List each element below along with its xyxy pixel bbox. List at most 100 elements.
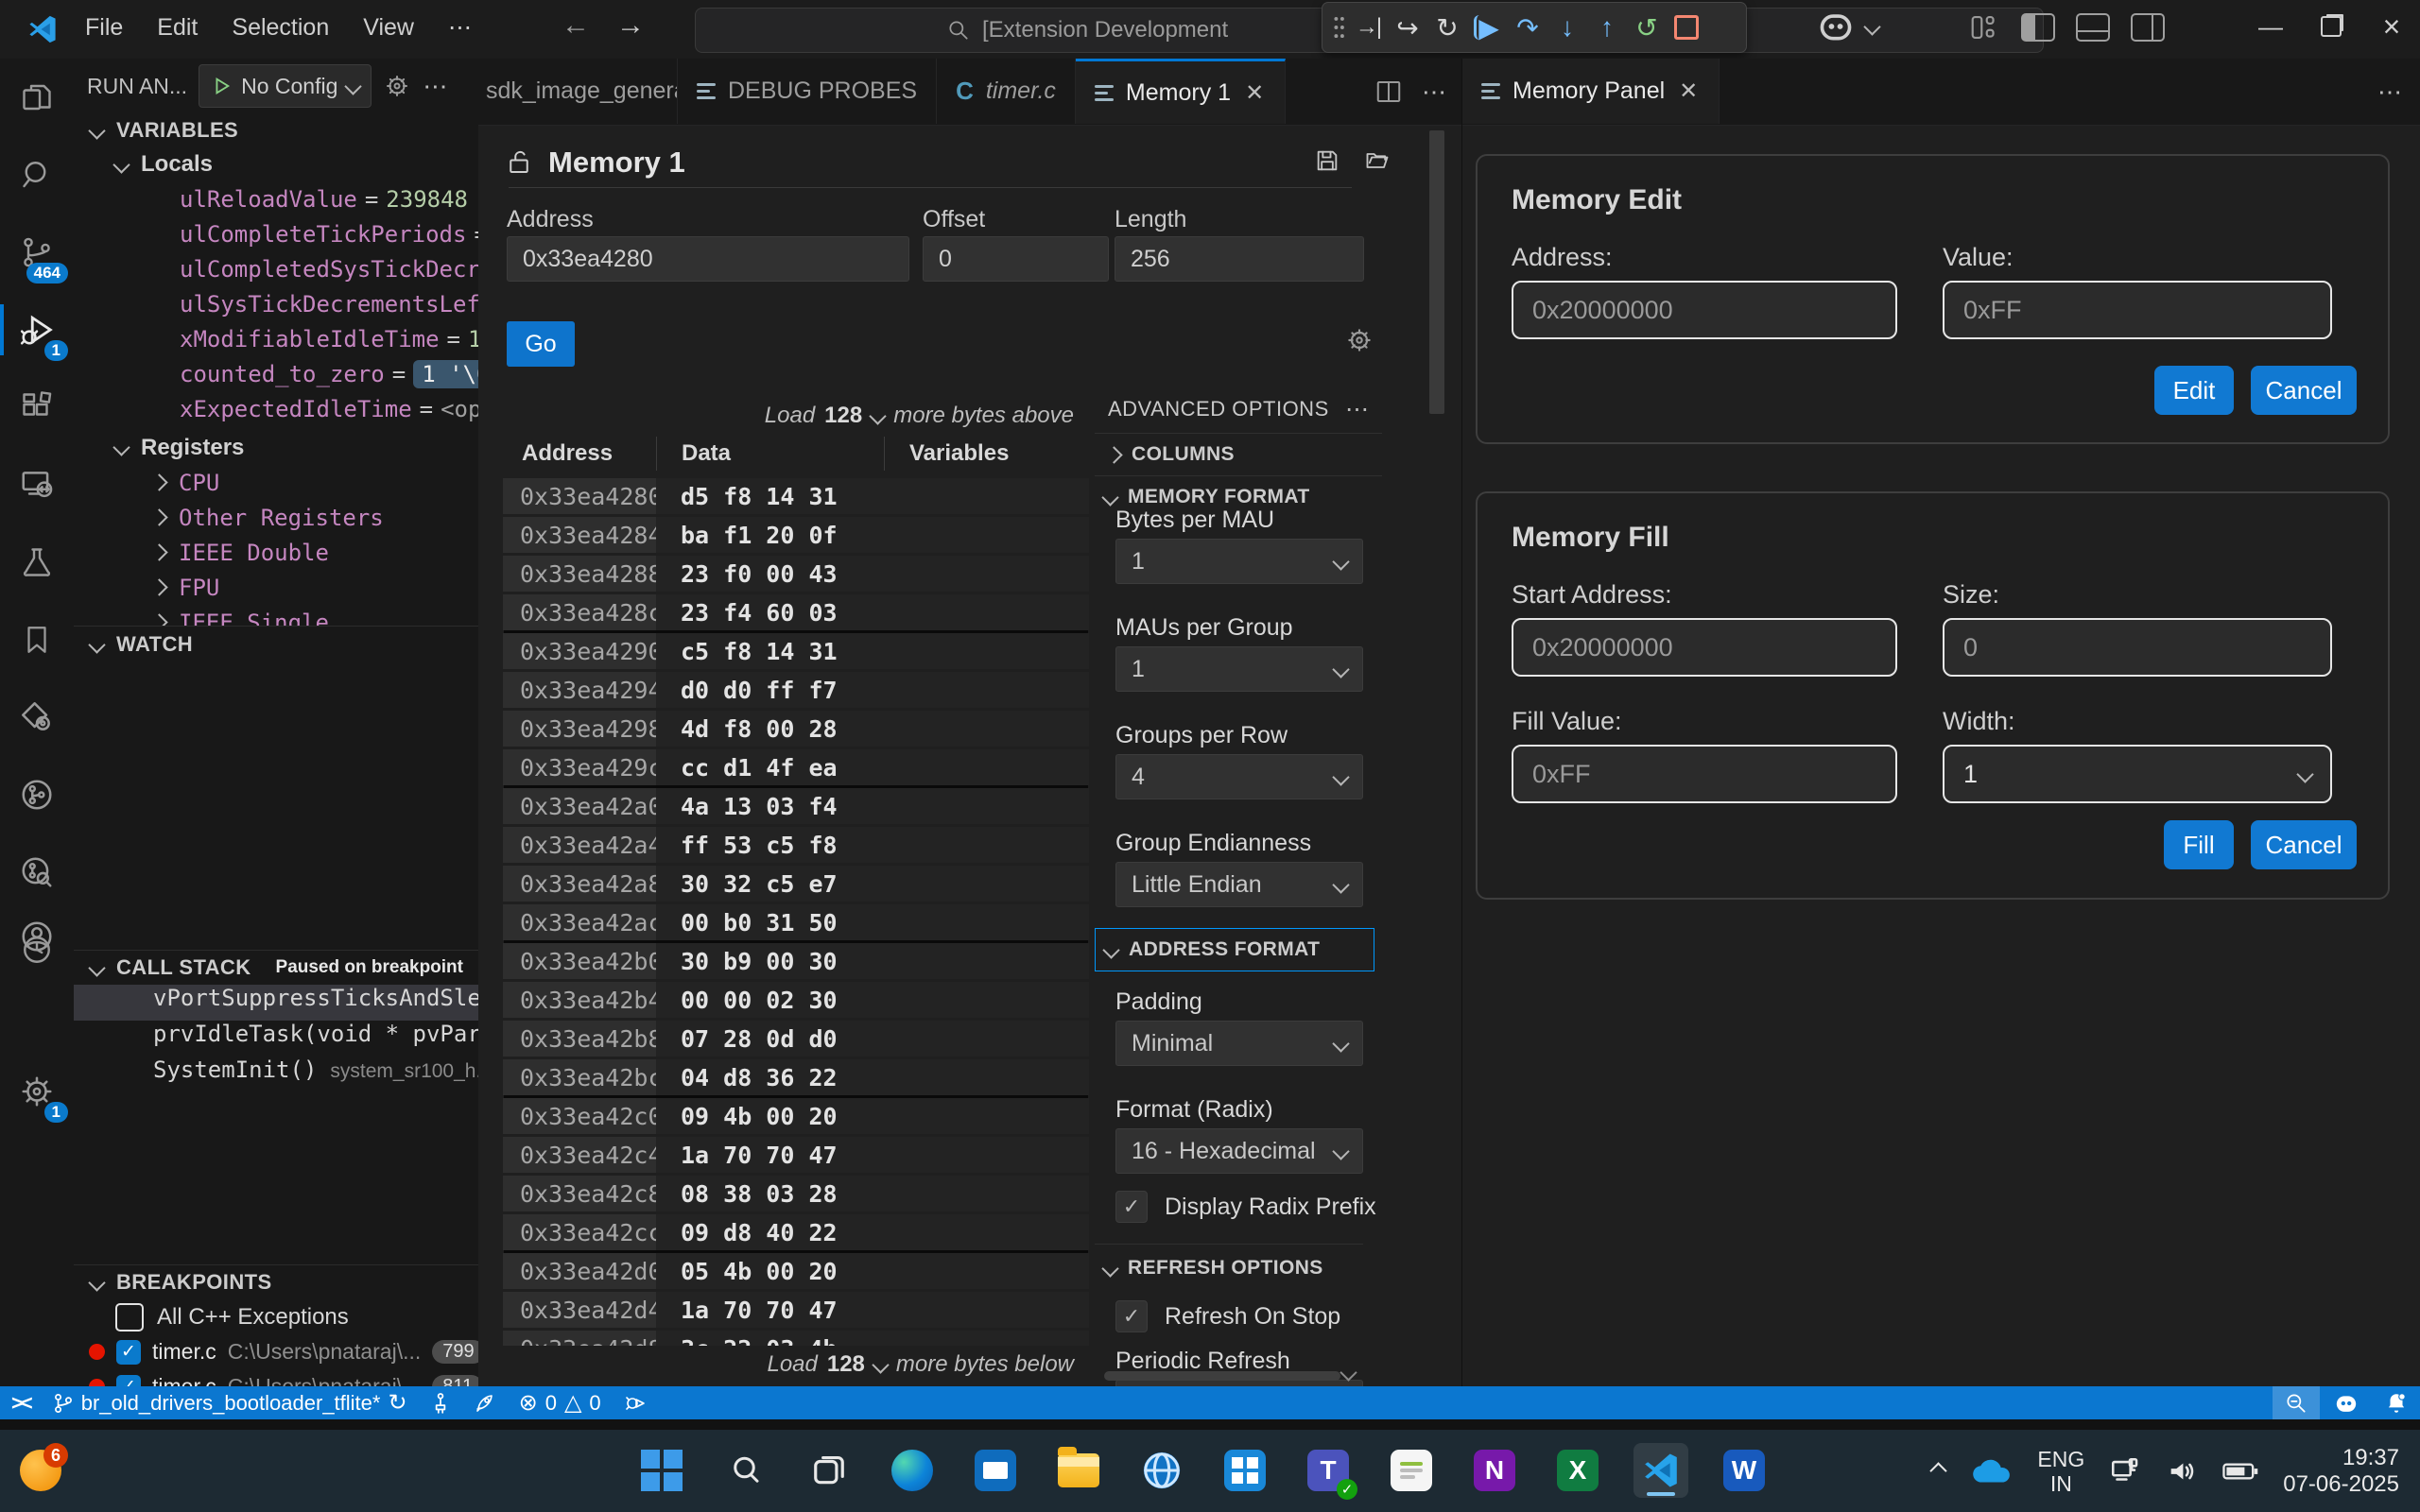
menu-view[interactable]: View [346, 7, 431, 49]
sidebar-item-search[interactable] [0, 136, 74, 214]
probe-item[interactable] [419, 1386, 462, 1419]
memory-row[interactable]: 0x33ea42d8 3c 22 03 4b [503, 1331, 1089, 1346]
memory-row[interactable]: 0x33ea428c 23 f4 60 03 [503, 594, 1089, 630]
editor-more-icon[interactable]: ⋯ [1422, 77, 1446, 107]
offset-input[interactable]: 0 [923, 236, 1109, 282]
register-group-row[interactable]: IEEE Double [74, 535, 478, 570]
fill-size-input[interactable]: 0 [1943, 618, 2332, 677]
watch-section-header[interactable]: WATCH [74, 626, 478, 662]
registers-group[interactable]: Registers [74, 430, 478, 465]
stack-frame-row[interactable]: SystemInit() system_sr100_h... [74, 1057, 478, 1092]
sidebar-item-bookmarks[interactable] [0, 601, 74, 679]
memory-row[interactable]: 0x33ea42bc 04 d8 36 22 [503, 1059, 1089, 1095]
launch-item[interactable] [462, 1386, 508, 1419]
bytes-per-mau-select[interactable]: 1 [1115, 539, 1363, 584]
variable-row[interactable]: ulSysTickDecrementsLeft = <o… [74, 286, 478, 321]
document-app-icon[interactable] [1384, 1443, 1439, 1498]
toggle-panel-icon[interactable] [2076, 13, 2110, 42]
tab-memory-1[interactable]: Memory 1 ✕ [1076, 59, 1286, 124]
continue-icon[interactable]: ▶ [1474, 15, 1501, 40]
memory-row[interactable]: 0x33ea4298 4d f8 00 28 [503, 711, 1089, 747]
panel-scroll-down-icon[interactable] [1340, 1364, 1357, 1381]
step-over-icon[interactable]: ↷ [1511, 9, 1545, 45]
checkbox-checked-icon[interactable]: ✓ [1115, 1300, 1148, 1332]
memory-row[interactable]: 0x33ea4284 ba f1 20 0f [503, 517, 1089, 553]
stack-frame-row[interactable]: prvIdleTask(void * pvParameters [74, 1021, 478, 1057]
start-debug-icon[interactable] [211, 76, 232, 96]
menu-selection[interactable]: Selection [215, 7, 346, 49]
memory-row[interactable]: 0x33ea42b8 07 28 0d d0 [503, 1021, 1089, 1057]
customize-layout-icon[interactable] [1968, 13, 2000, 42]
sidebar-item-source-control[interactable]: 464 [0, 214, 74, 291]
tray-expand-icon[interactable] [1930, 1462, 1947, 1479]
open-folder-icon[interactable] [1363, 147, 1392, 174]
load-more-below[interactable]: Load 128 more bytes below [762, 1351, 1074, 1378]
zoom-status-item[interactable] [2273, 1386, 2320, 1419]
edit-button[interactable]: Edit [2154, 366, 2234, 415]
restore-button[interactable] [2301, 0, 2361, 53]
battery-icon[interactable] [2222, 1457, 2258, 1486]
register-group-row[interactable]: IEEE Single [74, 605, 478, 626]
file-explorer-icon[interactable] [1051, 1443, 1106, 1498]
nav-back-icon[interactable]: ← [562, 9, 590, 42]
edge-browser-icon[interactable] [885, 1443, 940, 1498]
edit-value-input[interactable]: 0xFF [1943, 281, 2332, 339]
manage-button[interactable]: 1 [0, 1053, 74, 1130]
groups-per-row-select[interactable]: 4 [1115, 754, 1363, 799]
checkbox-checked-icon[interactable]: ✓ [1115, 1191, 1148, 1223]
sidebar-item-rtos-views[interactable] [0, 756, 74, 833]
fill-value-input[interactable]: 0xFF [1512, 745, 1897, 803]
memory-row[interactable]: 0x33ea42a8 30 32 c5 e7 [503, 866, 1089, 902]
volume-icon[interactable] [2166, 1455, 2198, 1487]
onenote-icon[interactable]: N [1467, 1443, 1522, 1498]
radix-select[interactable]: 16 - Hexadecimal [1115, 1128, 1363, 1174]
fill-cancel-button[interactable]: Cancel [2251, 820, 2357, 869]
register-group-row[interactable]: Other Registers [74, 500, 478, 535]
taskbar-search-button[interactable] [718, 1443, 773, 1498]
checkbox-checked-icon[interactable]: ✓ [116, 1340, 141, 1365]
memory-row[interactable]: 0x33ea42a0 4a 13 03 f4 [503, 788, 1089, 824]
toggle-secondary-sidebar-icon[interactable] [2131, 13, 2165, 42]
copilot-chevron-icon[interactable] [1863, 18, 1880, 35]
close-button[interactable]: × [2361, 0, 2420, 53]
locals-group[interactable]: Locals [74, 147, 478, 181]
onedrive-icon[interactable] [1969, 1456, 2013, 1486]
stop-icon[interactable] [1669, 9, 1703, 45]
horizontal-scrollbar[interactable] [1104, 1371, 1340, 1381]
remote-indicator[interactable]: >< [0, 1386, 42, 1419]
copilot-status-item[interactable] [2320, 1386, 2373, 1419]
col-address[interactable]: Address [503, 437, 656, 471]
debug-config-dropdown[interactable]: No Config [199, 64, 372, 108]
stack-frame-row[interactable]: vPortSuppressTicksAndSleep(uint [74, 985, 478, 1021]
language-indicator[interactable]: ENG IN [2037, 1447, 2084, 1496]
variable-row[interactable]: counted_to_zero = 1 '\001' [74, 356, 478, 391]
toggle-primary-sidebar-icon[interactable] [2021, 13, 2055, 42]
close-icon[interactable]: ✕ [1677, 77, 1700, 105]
call-stack-section-header[interactable]: CALL STACK Paused on breakpoint [74, 950, 478, 985]
settings-gear-icon[interactable] [383, 72, 411, 100]
columns-section[interactable]: COLUMNS [1095, 434, 1382, 475]
memory-row[interactable]: 0x33ea42c4 1a 70 70 47 [503, 1137, 1089, 1173]
fill-button[interactable]: Fill [2164, 820, 2234, 869]
memory-row[interactable]: 0x33ea42cc 09 d8 40 22 [503, 1214, 1089, 1250]
length-input[interactable]: 256 [1115, 236, 1364, 282]
menu-more[interactable]: ⋯ [431, 6, 489, 49]
copilot-icon[interactable] [1815, 8, 1857, 45]
debug-status-item[interactable] [613, 1386, 658, 1419]
problems-item[interactable]: ⊗ 0 △ 0 [508, 1386, 613, 1419]
breakpoint-row[interactable]: ✓ timer.c C:\Users\pnataraj\... 811 [74, 1369, 478, 1386]
widgets-weather-icon[interactable]: 6 [13, 1443, 68, 1498]
unlock-icon[interactable] [507, 148, 531, 177]
sidebar-item-extensions[interactable] [0, 369, 74, 446]
variable-row[interactable]: ulCompletedSysTickDecrements = [74, 251, 478, 286]
checkbox-unchecked-icon[interactable] [115, 1303, 144, 1332]
checkbox-checked-icon[interactable]: ✓ [116, 1375, 141, 1387]
sidebar-item-testing[interactable] [0, 524, 74, 601]
memory-row[interactable]: 0x33ea429c cc d1 4f ea [503, 749, 1089, 785]
advanced-more-icon[interactable]: ⋯ [1345, 395, 1369, 423]
fill-start-input[interactable]: 0x20000000 [1512, 618, 1897, 677]
memory-row[interactable]: 0x33ea4290 c5 f8 14 31 [503, 633, 1089, 669]
tab-debug-probes[interactable]: DEBUG PROBES [678, 59, 937, 124]
git-branch-item[interactable]: br_old_drivers_bootloader_tflite* ↻ [42, 1386, 419, 1419]
variable-row[interactable]: xExpectedIdleTime = <optimiz… [74, 391, 478, 426]
